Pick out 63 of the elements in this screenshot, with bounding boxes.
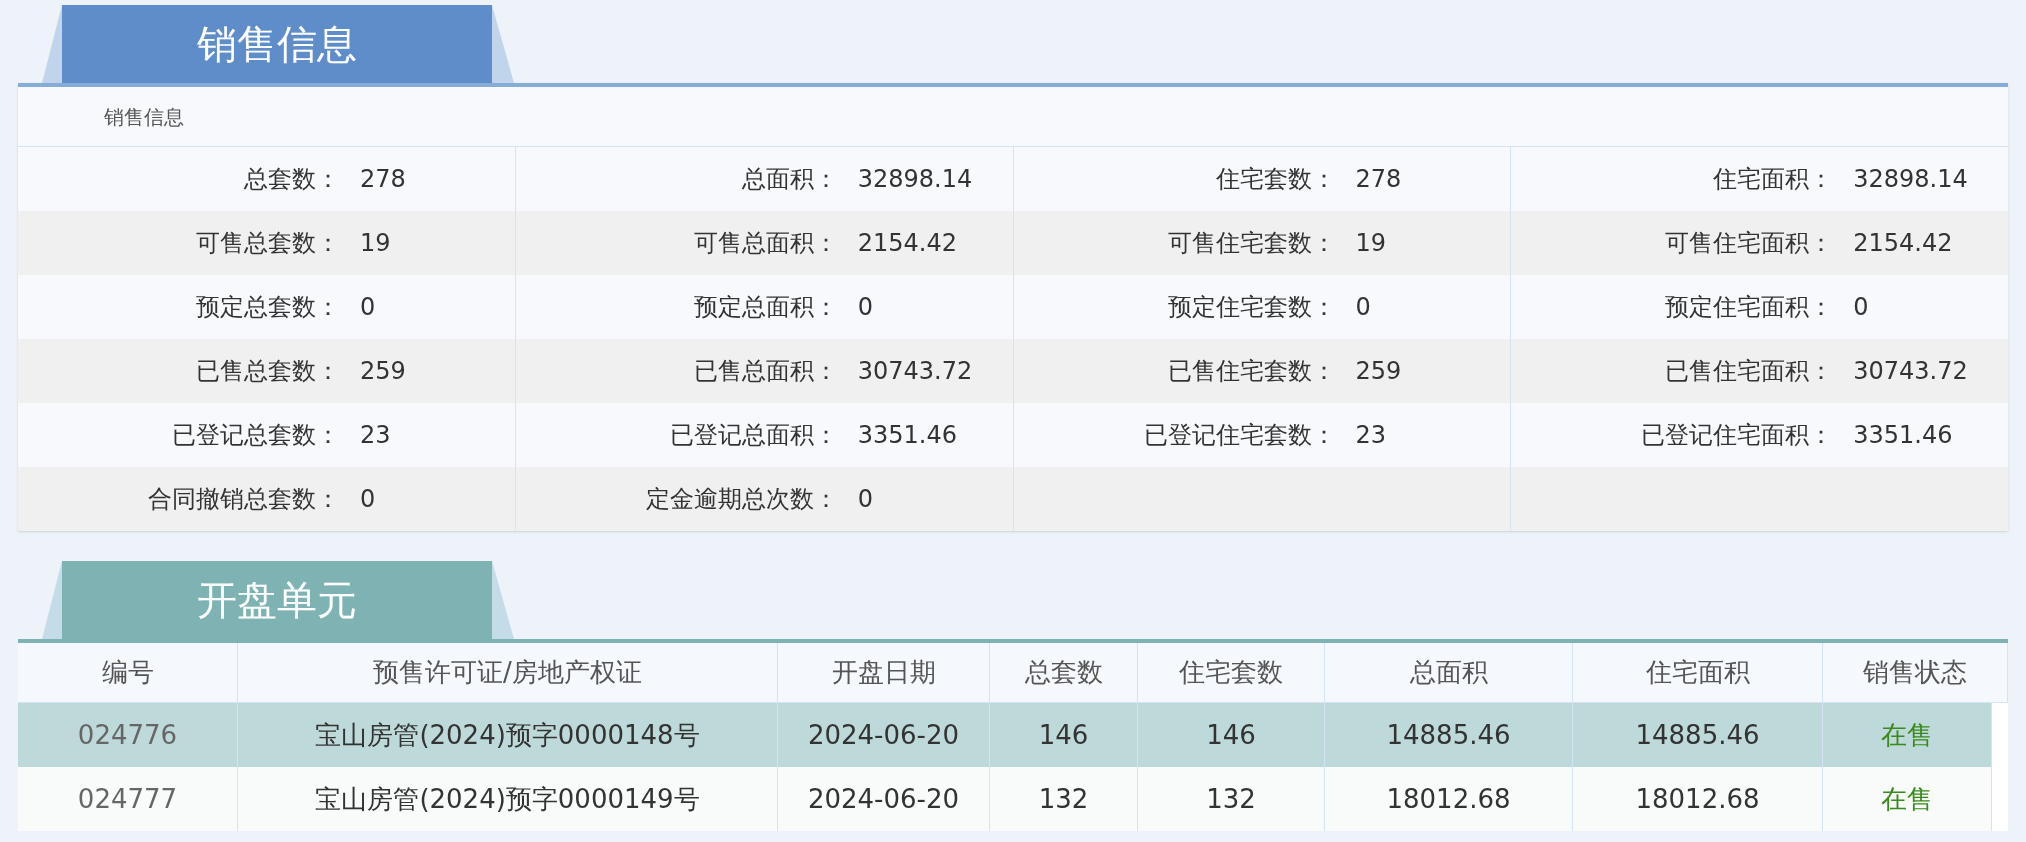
stat-label: 合同撤销总套数： — [147, 484, 340, 515]
stat-value: 23 — [1355, 420, 1387, 451]
stat-label: 总套数： — [243, 164, 340, 195]
panel-caption: 销售信息 — [104, 103, 184, 131]
stat-value: 0 — [360, 292, 376, 323]
stat-value: 3351.46 — [1853, 420, 1953, 451]
table-cell: 宝山房管(2024)预字0000149号 — [238, 767, 778, 831]
stat-label: 住宅套数： — [1214, 164, 1336, 195]
stat-label: 预定住宅面积： — [1664, 292, 1834, 323]
stat-value: 19 — [1355, 228, 1387, 259]
stat-label: 已登记住宅面积： — [1640, 420, 1834, 451]
stat-label: 已登记住宅套数： — [1142, 420, 1336, 451]
stat-label: 已登记总面积： — [668, 420, 838, 451]
stat-value: 19 — [360, 228, 391, 259]
stat-value: 259 — [1355, 356, 1402, 387]
stat-label: 住宅面积： — [1712, 164, 1834, 195]
table-row[interactable]: 024776 宝山房管(2024)预字0000148号 2024-06-20 146 146 14885.46 14885.46 在售 — [18, 703, 1992, 767]
stat-label: 预定总套数： — [195, 292, 340, 323]
stat-label: 总面积： — [740, 164, 838, 195]
stat-label: 定金逾期总次数： — [644, 484, 838, 515]
table-cell: 18012.68 — [1325, 767, 1573, 831]
table-cell: 在售 — [1823, 767, 1992, 831]
stat-label: 预定住宅套数： — [1166, 292, 1336, 323]
column-header: 编号 — [18, 643, 238, 702]
column-header: 总套数 — [990, 643, 1138, 702]
stat-value: 0 — [360, 484, 376, 515]
stat-value: 0 — [857, 292, 874, 323]
stat-label: 已售总面积： — [692, 356, 838, 387]
table-cell: 2024-06-20 — [778, 767, 990, 831]
stat-value: 30743.72 — [857, 356, 973, 387]
column-header: 住宅面积 — [1573, 643, 1823, 702]
stat-label: 已售住宅套数： — [1166, 356, 1336, 387]
table-row[interactable]: 024777 宝山房管(2024)预字0000149号 2024-06-20 132 132 18012.68 18012.68 在售 — [18, 767, 1992, 831]
stat-value: 23 — [360, 420, 391, 451]
stat-label: 已售总套数： — [195, 356, 340, 387]
stat-value: 2154.42 — [857, 228, 957, 259]
stat-label: 可售住宅套数： — [1166, 228, 1336, 259]
table-cell: 18012.68 — [1573, 767, 1823, 831]
stat-value: 32898.14 — [857, 164, 973, 195]
stat-value: 0 — [1355, 292, 1371, 323]
stat-value: 30743.72 — [1853, 356, 1968, 387]
column-header: 开盘日期 — [778, 643, 990, 702]
column-header: 住宅套数 — [1138, 643, 1325, 702]
stat-value: 3351.46 — [857, 420, 957, 451]
stat-label: 可售总面积： — [692, 228, 838, 259]
stat-value: 2154.42 — [1853, 228, 1953, 259]
stat-label: 预定总面积： — [692, 292, 838, 323]
column-header: 销售状态 — [1823, 643, 2008, 702]
stat-value: 278 — [360, 164, 406, 195]
stat-value: 32898.14 — [1853, 164, 1968, 195]
stat-value: 0 — [1853, 292, 1869, 323]
column-header: 预售许可证/房地产权证 — [238, 643, 778, 702]
column-header: 总面积 — [1325, 643, 1573, 702]
table-cell: 132 — [1138, 767, 1325, 831]
stat-value: 259 — [360, 356, 406, 387]
stat-label: 可售住宅面积： — [1664, 228, 1834, 259]
stat-value: 278 — [1355, 164, 1402, 195]
stat-value: 0 — [857, 484, 874, 515]
stat-label: 可售总套数： — [195, 228, 340, 259]
stat-label: 已登记总套数： — [171, 420, 340, 451]
table-cell: 132 — [990, 767, 1138, 831]
table-cell: 024777 — [18, 767, 238, 831]
stat-label: 已售住宅面积： — [1664, 356, 1834, 387]
